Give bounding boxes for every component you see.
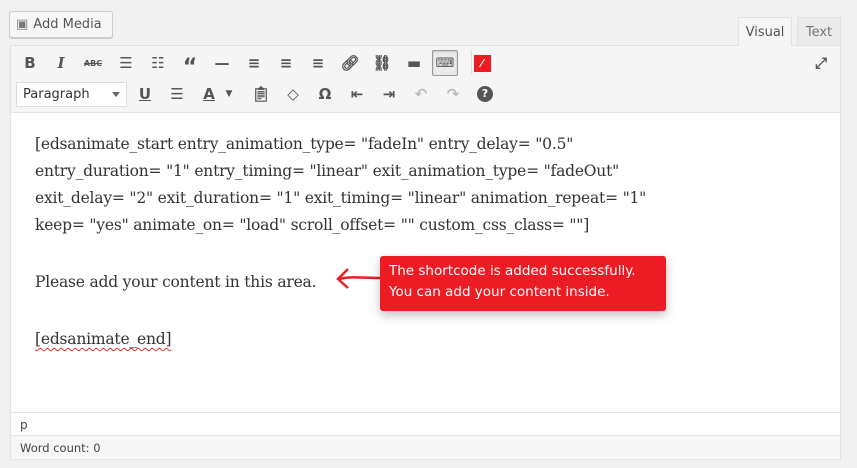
- eraser-icon[interactable]: ◇: [280, 81, 306, 107]
- tooltip-line: The shortcode is added successfully.: [389, 263, 636, 279]
- blockquote-icon[interactable]: “: [177, 50, 203, 80]
- tab-visual[interactable]: Visual: [738, 17, 792, 46]
- help-icon[interactable]: ?: [472, 81, 498, 107]
- text-color-icon[interactable]: A: [196, 81, 222, 107]
- read-more-icon[interactable]: ▬: [401, 50, 427, 76]
- redo-icon[interactable]: ↷: [440, 81, 466, 107]
- shortcode-line: exit_delay= "2" exit_duration= "1" exit_…: [35, 189, 647, 207]
- align-center-icon[interactable]: ≡: [273, 50, 299, 76]
- word-count: Word count: 0: [11, 435, 840, 459]
- special-character-icon[interactable]: Ω: [312, 81, 338, 107]
- success-tooltip: The shortcode is added successfully. You…: [380, 256, 666, 311]
- editor: B I ABC ☰ ☷ “ — ≡ ≡ ≡ 🔗︎ ⛓ ▬ ⌨ ⁄ ⤢ Parag…: [10, 45, 841, 459]
- align-left-icon[interactable]: ≡: [241, 50, 267, 76]
- bold-icon[interactable]: B: [17, 50, 43, 76]
- toolbar-toggle-icon[interactable]: ⌨: [432, 50, 458, 76]
- shortcode-line: [edsanimate_start entry_animation_type= …: [35, 135, 574, 153]
- element-path[interactable]: p: [11, 412, 840, 435]
- add-media-button[interactable]: ▣ Add Media: [9, 11, 113, 38]
- unlink-icon[interactable]: ⛓: [369, 50, 395, 76]
- media-icon: ▣: [16, 17, 29, 32]
- horizontal-line-icon[interactable]: —: [209, 50, 235, 76]
- arrow-icon: [336, 268, 381, 289]
- undo-icon[interactable]: ↶: [408, 81, 434, 107]
- justify-icon[interactable]: ☰: [164, 81, 190, 107]
- chevron-down-icon: [112, 92, 120, 101]
- tooltip-line: You can add your content inside.: [389, 284, 610, 300]
- outdent-icon[interactable]: ⇤: [344, 81, 370, 107]
- strikethrough-icon[interactable]: ABC: [80, 50, 106, 76]
- underline-icon[interactable]: U: [132, 81, 158, 107]
- format-select[interactable]: Paragraph: [16, 82, 127, 107]
- bullet-list-icon[interactable]: ☰: [113, 50, 139, 76]
- shortcode-line: entry_duration= "1" entry_timing= "linea…: [35, 162, 620, 180]
- align-right-icon[interactable]: ≡: [305, 50, 331, 76]
- numbered-list-icon[interactable]: ☷: [145, 50, 171, 76]
- fullscreen-icon[interactable]: ⤢: [808, 50, 834, 76]
- italic-icon[interactable]: I: [48, 50, 74, 76]
- add-media-label: Add Media: [33, 17, 102, 32]
- tab-text[interactable]: Text: [797, 17, 841, 46]
- paste-as-text-icon[interactable]: 📋︎: [248, 81, 274, 107]
- toolbar: B I ABC ☰ ☷ “ — ≡ ≡ ≡ 🔗︎ ⛓ ▬ ⌨ ⁄ ⤢ Parag…: [11, 46, 840, 113]
- shortcode-end: [edsanimate_end]: [35, 330, 172, 348]
- link-icon[interactable]: 🔗︎: [337, 50, 363, 76]
- text-color-dropdown-icon[interactable]: ▼: [221, 81, 237, 107]
- shortcode-line: keep= "yes" animate_on= "load" scroll_of…: [35, 216, 590, 234]
- animate-shortcode-icon[interactable]: ⁄: [469, 50, 495, 76]
- indent-icon[interactable]: ⇥: [376, 81, 402, 107]
